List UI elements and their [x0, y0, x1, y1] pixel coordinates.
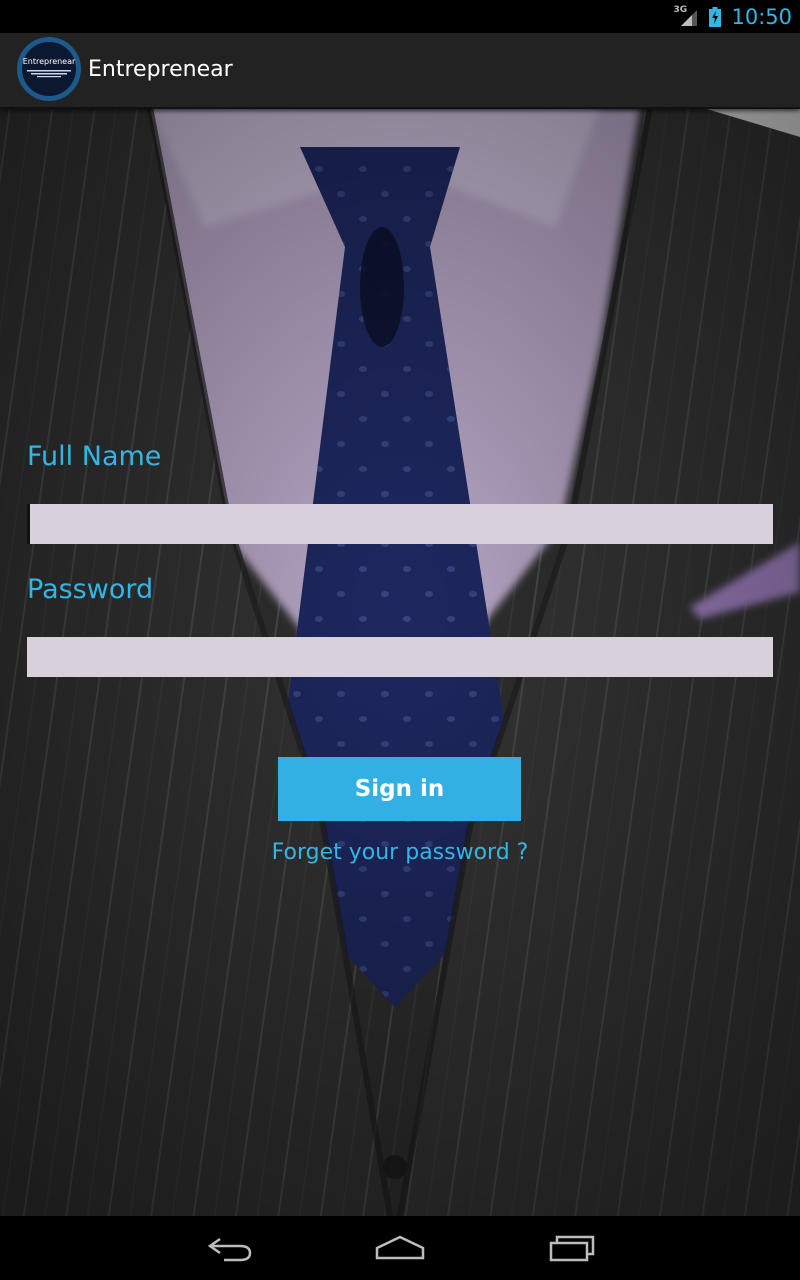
navigation-bar: [0, 1216, 800, 1280]
password-input[interactable]: [27, 637, 773, 677]
recent-apps-button[interactable]: [527, 1216, 617, 1280]
forgot-password-link[interactable]: Forget your password ?: [0, 840, 800, 865]
back-icon: [207, 1237, 252, 1262]
status-bar: 3G 10:50: [0, 0, 800, 33]
app-logo[interactable]: Entreprenear: [17, 37, 81, 101]
app-title: Entreprenear: [88, 57, 233, 82]
action-bar: Entreprenear Entreprenear: [0, 33, 800, 109]
screen: 3G 10:50 Entreprenear Entreprenear Full …: [0, 0, 800, 1280]
status-icons: 3G 10:50: [673, 0, 792, 33]
clock: 10:50: [731, 4, 792, 29]
full-name-input[interactable]: [27, 504, 773, 544]
password-label: Password: [27, 574, 154, 605]
home-icon: [375, 1235, 425, 1260]
recent-apps-icon: [549, 1235, 595, 1262]
sign-in-button[interactable]: Sign in: [278, 757, 521, 821]
home-button[interactable]: [355, 1216, 445, 1280]
logo-tagline-graphic: [27, 69, 71, 77]
logo-text: Entreprenear: [22, 56, 76, 66]
back-button[interactable]: [185, 1216, 275, 1280]
full-name-label: Full Name: [27, 441, 162, 472]
app-logo-inner: Entreprenear: [22, 42, 76, 96]
signal-icon: 3G: [673, 5, 699, 28]
battery-charging-icon: [709, 6, 722, 27]
login-content: Full Name Password Sign in Forget your p…: [0, 107, 800, 1216]
